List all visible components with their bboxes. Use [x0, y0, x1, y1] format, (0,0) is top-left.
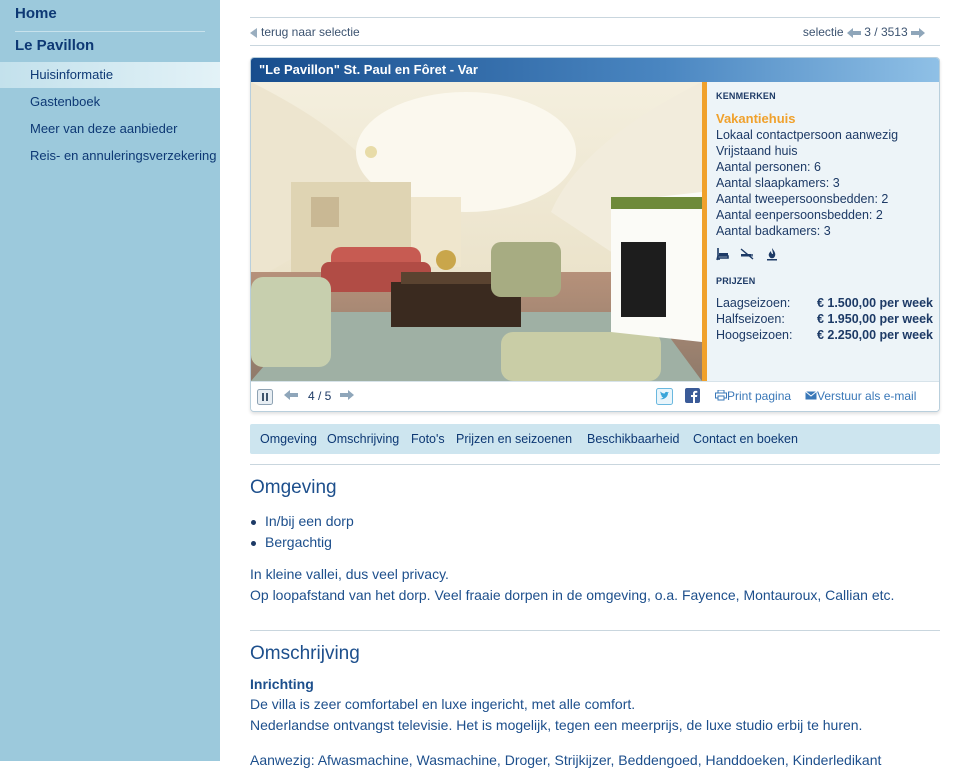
- feature-line: Aantal badkamers: 3: [716, 224, 831, 238]
- bath-icon: [716, 247, 730, 265]
- sidebar-home-link[interactable]: Home: [15, 5, 57, 22]
- section-tabs: Omgeving Omschrijving Foto's Prijzen en …: [250, 424, 940, 454]
- divider: [250, 464, 940, 465]
- subheading-inrichting: Inrichting: [250, 676, 314, 692]
- pause-icon[interactable]: [257, 389, 273, 408]
- photo-counter: 4 / 5: [308, 389, 332, 403]
- selection-counter: 3 / 3513: [864, 25, 908, 40]
- tab-fotos[interactable]: Foto's: [411, 424, 445, 454]
- paragraph: De villa is zeer comfortabel en luxe ing…: [250, 696, 636, 712]
- sidebar-item-huisinformatie[interactable]: Huisinformatie: [0, 62, 220, 88]
- selection-nav: selectie 3 / 3513: [803, 25, 925, 41]
- sidebar-item-meer-van-aanbieder[interactable]: Meer van deze aanbieder: [0, 116, 220, 142]
- sidebar-section-title[interactable]: Le Pavillon: [15, 37, 94, 54]
- list-item: In/bij een dorp: [251, 511, 354, 532]
- feature-line: Aantal tweepersoonsbedden: 2: [716, 192, 889, 206]
- features-heading: KENMERKEN: [716, 91, 776, 101]
- price-row: Hoogseizoen: € 2.250,00 per week: [716, 327, 939, 343]
- feature-line: Aantal slaapkamers: 3: [716, 176, 840, 190]
- tab-omgeving[interactable]: Omgeving: [260, 424, 317, 454]
- season-label: Laagseizoen:: [716, 296, 791, 310]
- property-type: Vakantiehuis: [716, 111, 796, 126]
- print-page-link[interactable]: Print pagina: [715, 389, 791, 403]
- divider: [250, 630, 940, 631]
- envelope-icon: [805, 391, 817, 400]
- list-item: Bergachtig: [251, 532, 354, 553]
- price-row: Halfseizoen: € 1.950,00 per week: [716, 311, 939, 327]
- feature-line: Vrijstaand huis: [716, 144, 798, 158]
- season-label: Halfseizoen:: [716, 312, 785, 326]
- sidebar-item-gastenboek[interactable]: Gastenboek: [0, 89, 220, 115]
- season-label: Hoogseizoen:: [716, 328, 793, 342]
- print-label: Print pagina: [727, 389, 792, 403]
- season-price: € 1.500,00 per week: [816, 296, 933, 310]
- prices-heading: PRIJZEN: [716, 276, 756, 286]
- twitter-icon[interactable]: [656, 388, 673, 408]
- tab-beschikbaarheid[interactable]: Beschikbaarheid: [587, 424, 679, 454]
- features-panel: KENMERKEN Vakantiehuis Lokaal contactper…: [707, 82, 939, 381]
- divider: [250, 17, 940, 18]
- feature-line: Lokaal contactpersoon aanwezig: [716, 128, 899, 142]
- price-row: Laagseizoen: € 1.500,00 per week: [716, 295, 939, 311]
- living-room-photo: [251, 82, 702, 381]
- fireplace-icon: [765, 247, 779, 265]
- paragraph: Op loopafstand van het dorp. Veel fraaie…: [250, 587, 895, 603]
- back-label: terug naar selectie: [261, 25, 360, 39]
- next-selection-arrow-icon[interactable]: [911, 25, 925, 41]
- triangle-left-icon: [250, 27, 257, 38]
- season-price: € 1.950,00 per week: [816, 312, 933, 326]
- prev-photo-arrow-icon[interactable]: [284, 389, 298, 403]
- sidebar-item-verzekering[interactable]: Reis- en annuleringsverzekering: [0, 143, 220, 169]
- paragraph: Nederlandse ontvangst televisie. Het is …: [250, 717, 863, 733]
- feature-line: Aantal eenpersoonsbedden: 2: [716, 208, 883, 222]
- season-price: € 2.250,00 per week: [816, 328, 933, 342]
- back-to-selection-link[interactable]: terug naar selectie: [250, 25, 360, 39]
- feature-icons: [716, 247, 939, 263]
- property-photo[interactable]: [251, 82, 702, 381]
- surroundings-list: In/bij een dorp Bergachtig: [250, 511, 354, 553]
- tab-prijzen-en-seizoenen[interactable]: Prijzen en seizoenen: [456, 424, 572, 454]
- section-heading-omgeving: Omgeving: [250, 477, 337, 498]
- sidebar: Home Le Pavillon Huisinformatie Gastenbo…: [0, 0, 220, 761]
- photo-controls-bar: 4 / 5 Print pagina Verstuur als e-mail: [251, 381, 939, 411]
- send-email-link[interactable]: Verstuur als e-mail: [805, 389, 916, 403]
- feature-line: Aantal personen: 6: [716, 160, 821, 174]
- selection-label: selectie: [802, 25, 844, 40]
- prev-selection-arrow-icon[interactable]: [846, 25, 861, 41]
- printer-icon: [715, 389, 727, 401]
- paragraph: In kleine vallei, dus veel privacy.: [250, 566, 449, 582]
- no-smoking-icon: [740, 247, 754, 265]
- next-photo-arrow-icon[interactable]: [340, 389, 354, 403]
- tab-contact-en-boeken[interactable]: Contact en boeken: [693, 424, 798, 454]
- property-card: "Le Pavillon" St. Paul en Fôret - Var KE…: [250, 57, 940, 412]
- email-label: Verstuur als e-mail: [817, 389, 917, 403]
- sidebar-divider: [15, 31, 205, 32]
- facebook-icon[interactable]: [685, 388, 700, 406]
- section-heading-omschrijving: Omschrijving: [250, 643, 360, 664]
- tab-omschrijving[interactable]: Omschrijving: [327, 424, 399, 454]
- property-title: "Le Pavillon" St. Paul en Fôret - Var: [251, 58, 939, 82]
- divider: [250, 45, 940, 46]
